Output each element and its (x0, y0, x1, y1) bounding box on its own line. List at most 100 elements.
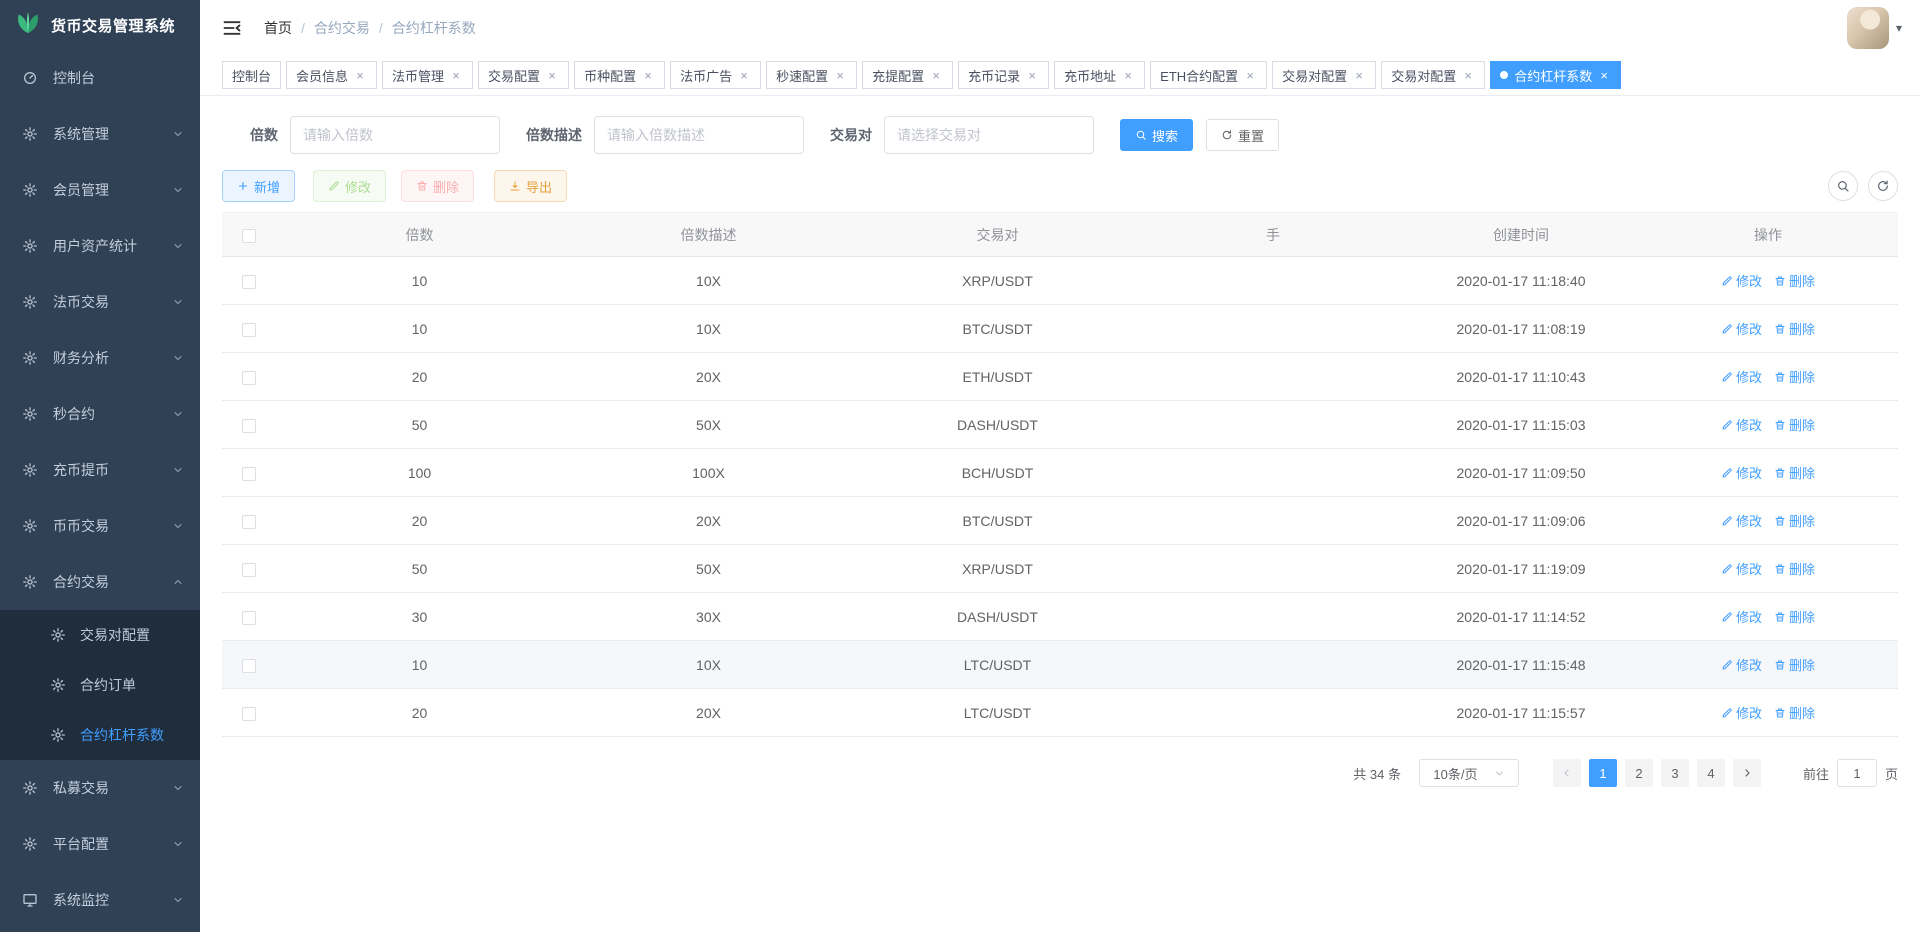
edit-link[interactable]: 修改 (1721, 271, 1762, 290)
edit-link[interactable]: 修改 (1721, 655, 1762, 674)
reset-button[interactable]: 重置 (1206, 119, 1279, 151)
sidebar-item[interactable]: 法币交易 (0, 274, 200, 330)
tab-close-icon[interactable]: × (545, 68, 559, 82)
tab[interactable]: 充币地址× (1054, 61, 1145, 89)
tab[interactable]: 币种配置× (574, 61, 665, 89)
select-all-checkbox[interactable] (242, 229, 256, 243)
export-button[interactable]: 导出 (494, 170, 567, 202)
user-menu[interactable]: ▾ (1847, 7, 1902, 49)
row-checkbox[interactable] (242, 515, 256, 529)
tab-close-icon[interactable]: × (449, 68, 463, 82)
tab-close-icon[interactable]: × (737, 68, 751, 82)
table-row[interactable]: 100100XBCH/USDT2020-01-17 11:09:50修改删除 (222, 449, 1898, 497)
delete-link[interactable]: 删除 (1774, 607, 1815, 626)
edit-link[interactable]: 修改 (1721, 607, 1762, 626)
tab[interactable]: 交易配置× (478, 61, 569, 89)
row-checkbox[interactable] (242, 419, 256, 433)
menu-fold-icon[interactable] (222, 17, 244, 39)
page-button[interactable]: 2 (1625, 759, 1653, 787)
sidebar-subitem[interactable]: 合约订单 (0, 660, 200, 710)
delete-link[interactable]: 删除 (1774, 511, 1815, 530)
prev-page-button[interactable] (1553, 759, 1581, 787)
row-checkbox[interactable] (242, 275, 256, 289)
edit-link[interactable]: 修改 (1721, 319, 1762, 338)
sidebar-item[interactable]: 用户资产统计 (0, 218, 200, 274)
pair-select[interactable] (884, 116, 1094, 154)
tab-close-icon[interactable]: × (833, 68, 847, 82)
sidebar-item[interactable]: 系统监控 (0, 872, 200, 928)
table-row[interactable]: 5050XXRP/USDT2020-01-17 11:19:09修改删除 (222, 545, 1898, 593)
row-checkbox[interactable] (242, 659, 256, 673)
delete-link[interactable]: 删除 (1774, 367, 1815, 386)
edit-link[interactable]: 修改 (1721, 367, 1762, 386)
table-row[interactable]: 2020XLTC/USDT2020-01-17 11:15:57修改删除 (222, 689, 1898, 737)
sidebar-item[interactable]: 财务分析 (0, 330, 200, 386)
sidebar-item[interactable]: 平台配置 (0, 816, 200, 872)
tab[interactable]: 秒速配置× (766, 61, 857, 89)
edit-link[interactable]: 修改 (1721, 703, 1762, 722)
breadcrumb-item[interactable]: 首页 (264, 18, 292, 38)
sidebar-subitem[interactable]: 合约杠杆系数 (0, 710, 200, 760)
delete-link[interactable]: 删除 (1774, 319, 1815, 338)
sidebar-item[interactable]: 私募交易 (0, 760, 200, 816)
delete-link[interactable]: 删除 (1774, 415, 1815, 434)
tab-close-icon[interactable]: × (353, 68, 367, 82)
table-row[interactable]: 1010XBTC/USDT2020-01-17 11:08:19修改删除 (222, 305, 1898, 353)
delete-button[interactable]: 删除 (401, 170, 474, 202)
sidebar-item[interactable]: 系统管理 (0, 106, 200, 162)
tab[interactable]: 法币管理× (382, 61, 473, 89)
sidebar-item[interactable]: 充币提币 (0, 442, 200, 498)
desc-input[interactable] (594, 116, 804, 154)
sidebar-item[interactable]: 会员管理 (0, 162, 200, 218)
row-checkbox[interactable] (242, 323, 256, 337)
tab[interactable]: 合约杠杆系数× (1490, 61, 1621, 89)
row-checkbox[interactable] (242, 563, 256, 577)
delete-link[interactable]: 删除 (1774, 559, 1815, 578)
tab[interactable]: 交易对配置× (1381, 61, 1485, 89)
delete-link[interactable]: 删除 (1774, 271, 1815, 290)
sidebar-item[interactable]: 秒合约 (0, 386, 200, 442)
sidebar-subitem[interactable]: 交易对配置 (0, 610, 200, 660)
delete-link[interactable]: 删除 (1774, 463, 1815, 482)
tab-close-icon[interactable]: × (1025, 68, 1039, 82)
tab[interactable]: 充提配置× (862, 61, 953, 89)
tab-close-icon[interactable]: × (1121, 68, 1135, 82)
sidebar-item[interactable]: 控制台 (0, 50, 200, 106)
edit-button[interactable]: 修改 (313, 170, 386, 202)
edit-link[interactable]: 修改 (1721, 463, 1762, 482)
tab[interactable]: ETH合约配置× (1150, 61, 1267, 89)
page-size-select[interactable]: 10条/页 (1419, 759, 1519, 787)
next-page-button[interactable] (1733, 759, 1761, 787)
delete-link[interactable]: 删除 (1774, 703, 1815, 722)
tab[interactable]: 交易对配置× (1272, 61, 1376, 89)
search-button[interactable]: 搜索 (1120, 119, 1193, 151)
page-button[interactable]: 3 (1661, 759, 1689, 787)
edit-link[interactable]: 修改 (1721, 415, 1762, 434)
goto-page-input[interactable] (1837, 759, 1877, 787)
table-row[interactable]: 2020XETH/USDT2020-01-17 11:10:43修改删除 (222, 353, 1898, 401)
table-search-icon[interactable] (1828, 171, 1858, 201)
table-row[interactable]: 1010XLTC/USDT2020-01-17 11:15:48修改删除 (222, 641, 1898, 689)
row-checkbox[interactable] (242, 467, 256, 481)
tab-close-icon[interactable]: × (641, 68, 655, 82)
page-button[interactable]: 1 (1589, 759, 1617, 787)
tab-close-icon[interactable]: × (1597, 68, 1611, 82)
table-refresh-icon[interactable] (1868, 171, 1898, 201)
tab[interactable]: 充币记录× (958, 61, 1049, 89)
table-row[interactable]: 1010XXRP/USDT2020-01-17 11:18:40修改删除 (222, 257, 1898, 305)
delete-link[interactable]: 删除 (1774, 655, 1815, 674)
page-button[interactable]: 4 (1697, 759, 1725, 787)
row-checkbox[interactable] (242, 611, 256, 625)
tab-close-icon[interactable]: × (1243, 68, 1257, 82)
sidebar-item[interactable]: 币币交易 (0, 498, 200, 554)
table-row[interactable]: 2020XBTC/USDT2020-01-17 11:09:06修改删除 (222, 497, 1898, 545)
edit-link[interactable]: 修改 (1721, 559, 1762, 578)
row-checkbox[interactable] (242, 707, 256, 721)
tab-close-icon[interactable]: × (1461, 68, 1475, 82)
multiple-input[interactable] (290, 116, 500, 154)
tab[interactable]: 会员信息× (286, 61, 377, 89)
avatar[interactable] (1847, 7, 1889, 49)
table-row[interactable]: 5050XDASH/USDT2020-01-17 11:15:03修改删除 (222, 401, 1898, 449)
add-button[interactable]: 新增 (222, 170, 295, 202)
tab[interactable]: 控制台 (222, 61, 281, 89)
